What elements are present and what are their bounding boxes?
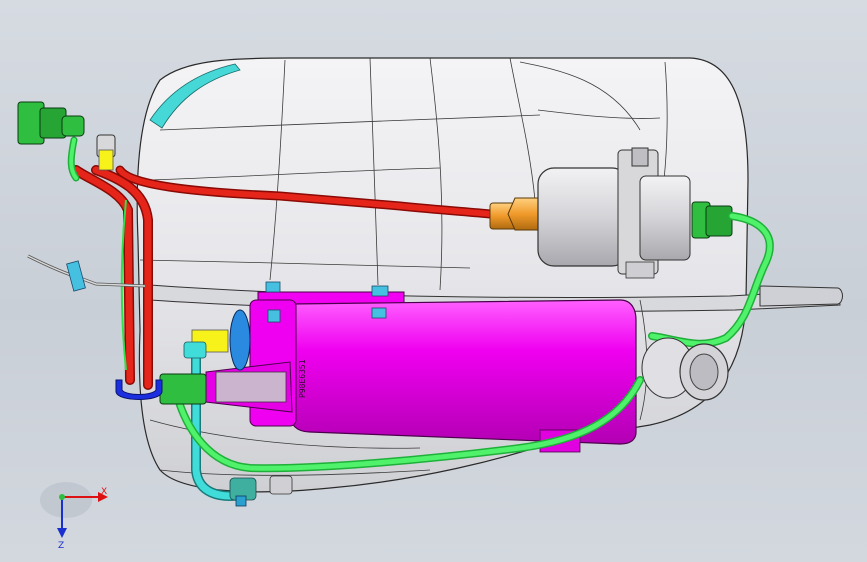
filler-neck-port[interactable] [641,337,729,401]
cad-viewport[interactable]: P98E6351 X Z [0,0,867,562]
coordinate-triad-icon: X Z [40,482,108,551]
charcoal-canister[interactable]: P98E6351 [205,281,637,453]
canister-part-label: P98E6351 [298,359,307,398]
triad-z-label: Z [58,541,64,551]
tank-flange-tab [759,285,843,307]
triad-x-label: X [101,487,107,497]
vapor-connector-top[interactable] [17,101,85,182]
